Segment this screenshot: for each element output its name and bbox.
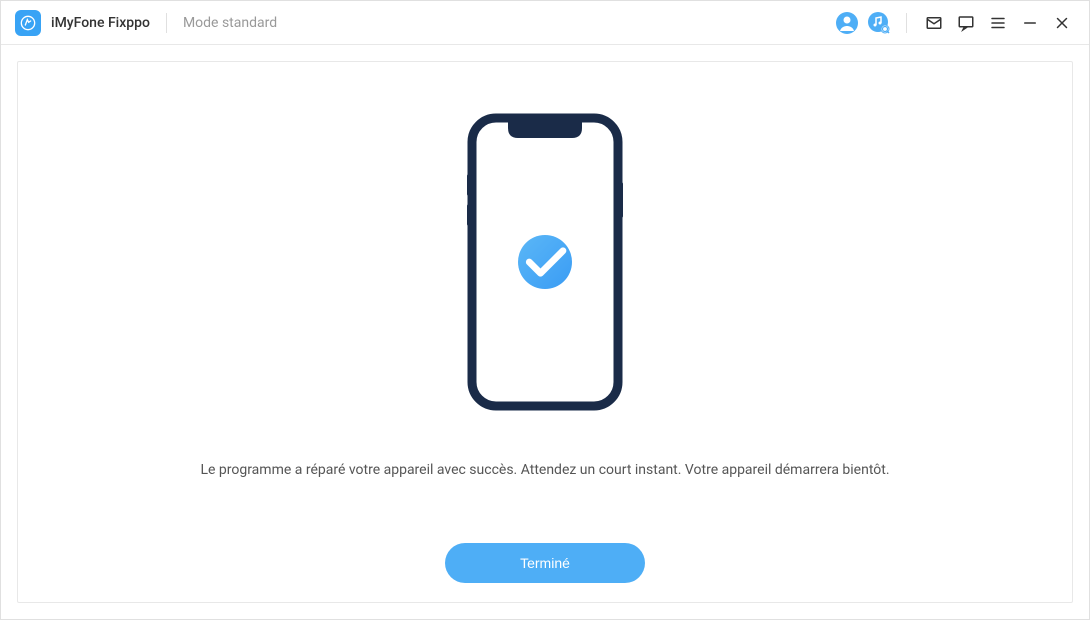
titlebar: iMyFone Fixppo Mode standard: [1, 1, 1089, 45]
app-window: iMyFone Fixppo Mode standard: [0, 0, 1090, 620]
divider: [906, 13, 907, 33]
feedback-icon[interactable]: [953, 10, 979, 36]
app-title: iMyFone Fixppo: [51, 15, 150, 31]
mail-icon[interactable]: [921, 10, 947, 36]
app-logo-icon: [15, 10, 41, 36]
phone-illustration: [466, 112, 624, 412]
account-icon[interactable]: [834, 10, 860, 36]
menu-icon[interactable]: [985, 10, 1011, 36]
divider: [166, 13, 167, 33]
success-check-icon: [518, 235, 572, 289]
music-search-icon[interactable]: [866, 10, 892, 36]
close-icon[interactable]: [1049, 10, 1075, 36]
content-area: Le programme a réparé votre appareil ave…: [1, 45, 1089, 619]
done-button[interactable]: Terminé: [445, 543, 645, 583]
titlebar-icons: [834, 10, 1075, 36]
minimize-icon[interactable]: [1017, 10, 1043, 36]
status-message: Le programme a réparé votre appareil ave…: [200, 462, 889, 478]
content-panel: Le programme a réparé votre appareil ave…: [17, 61, 1073, 603]
mode-label: Mode standard: [183, 15, 277, 31]
